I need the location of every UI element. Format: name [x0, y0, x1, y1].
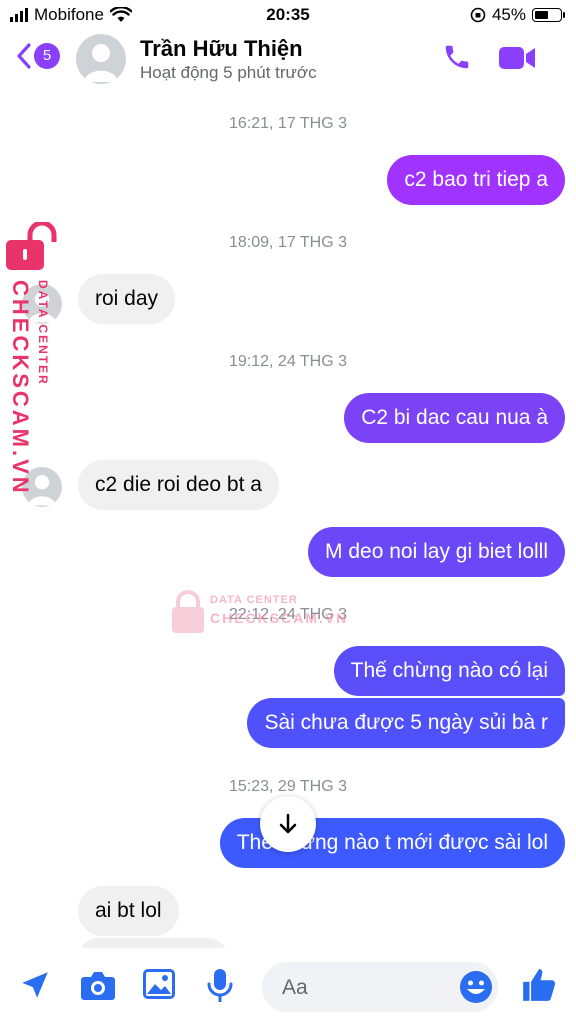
- watermark-label: DATA CENTER: [210, 594, 298, 606]
- watermark-brand: CHECKSCAM.VN: [8, 280, 33, 496]
- received-message[interactable]: c2 die roi deo bt a: [78, 460, 279, 510]
- sent-message[interactable]: Thế chừng nào có lại: [333, 646, 565, 696]
- avatar[interactable]: [76, 34, 126, 84]
- watermark-label: DATA CENTER: [36, 280, 50, 386]
- unread-badge: 5: [34, 43, 60, 69]
- battery-icon: [532, 8, 565, 22]
- microphone-icon[interactable]: [206, 968, 234, 1004]
- sent-message[interactable]: c2 bao tri tiep a: [387, 155, 565, 205]
- back-button[interactable]: 5: [16, 42, 60, 70]
- lock-icon: [172, 590, 204, 633]
- watermark: DATA CENTER CHECKSCAM.VN: [170, 582, 370, 642]
- timestamp: 15:23, 29 THG 3: [229, 778, 347, 795]
- camera-icon[interactable]: [80, 968, 116, 1002]
- sent-message[interactable]: C2 bi dac cau nua à: [344, 393, 565, 443]
- received-message[interactable]: ai bt lol: [78, 886, 179, 936]
- sent-message[interactable]: Sài chưa được 5 ngày sủi bà r: [247, 698, 565, 748]
- thumbs-up-icon[interactable]: [520, 966, 558, 1004]
- message-input-box[interactable]: [262, 962, 498, 1014]
- contact-status: Hoạt động 5 phút trước: [140, 63, 317, 82]
- watermark: CHECKSCAM.VN DATA CENTER: [4, 222, 60, 552]
- default-avatar-icon: [84, 44, 118, 82]
- status-bar: Mobifone 20:35 45%: [0, 0, 576, 30]
- status-right: 45%: [470, 5, 565, 25]
- received-message-partial: [78, 938, 228, 948]
- send-location-icon[interactable]: [18, 968, 52, 1002]
- watermark-brand: CHECKSCAM.VN: [210, 610, 349, 626]
- orientation-lock-icon: [470, 7, 486, 23]
- video-call-icon[interactable]: [498, 44, 536, 72]
- timestamp: 19:12, 24 THG 3: [229, 353, 347, 370]
- lock-icon: [6, 222, 57, 270]
- emoji-icon[interactable]: [458, 969, 494, 1005]
- photo-gallery-icon[interactable]: [142, 968, 176, 1000]
- received-message[interactable]: roi day: [78, 274, 176, 324]
- battery-percent: 45%: [491, 5, 526, 24]
- phone-icon[interactable]: [442, 42, 472, 72]
- scroll-to-bottom-button[interactable]: [260, 796, 316, 852]
- timestamp: 18:09, 17 THG 3: [229, 234, 347, 251]
- message-composer: [0, 948, 576, 1024]
- timestamp: 16:21, 17 THG 3: [229, 115, 347, 132]
- chevron-left-icon: [17, 43, 31, 69]
- message-input[interactable]: [280, 962, 444, 1014]
- contact-name[interactable]: Trần Hữu Thiện: [140, 36, 303, 62]
- sent-message[interactable]: M deo noi lay gi biet lolll: [308, 527, 565, 577]
- arrow-down-icon: [279, 813, 297, 834]
- chat-header: 5 Trần Hữu Thiện Hoạt động 5 phút trước: [0, 30, 576, 90]
